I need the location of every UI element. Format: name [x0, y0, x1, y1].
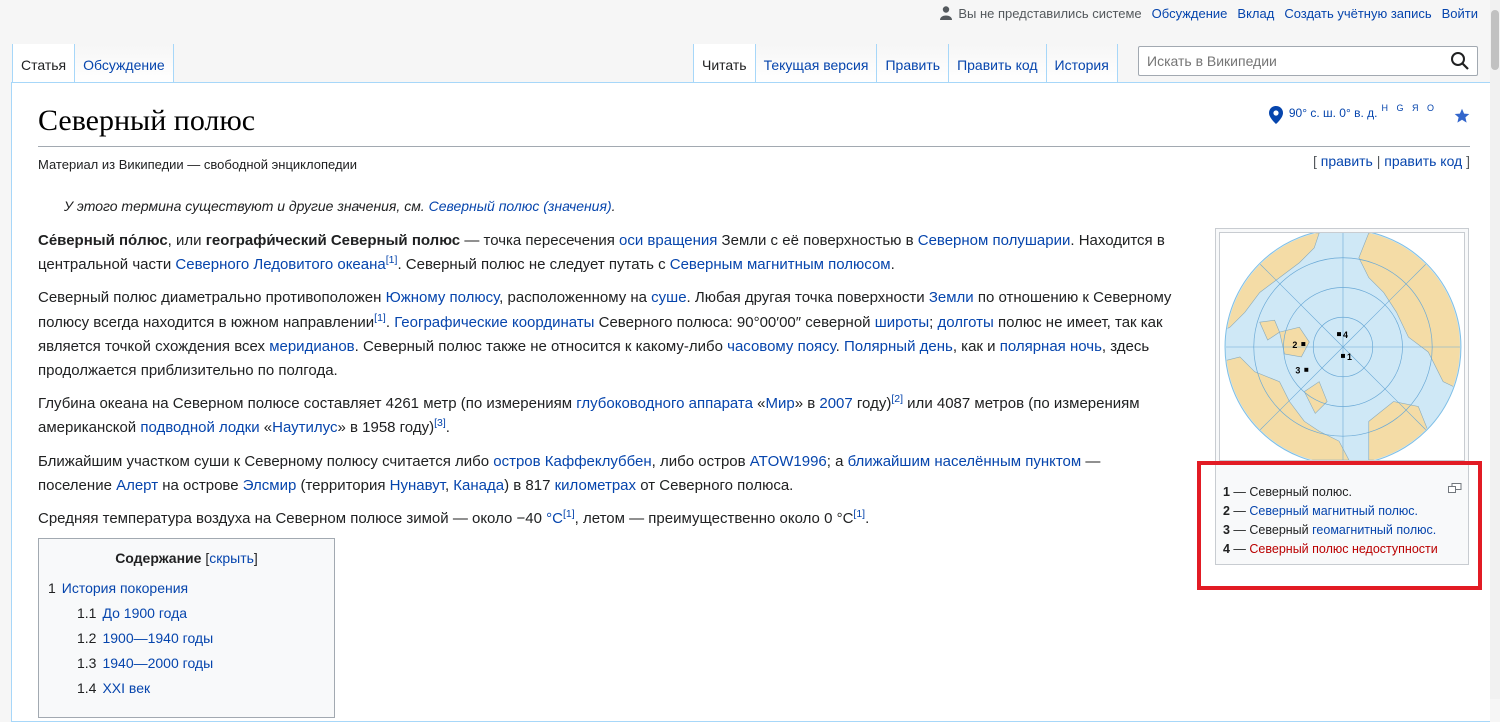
search-input[interactable] [1138, 46, 1478, 76]
user-icon [940, 6, 953, 20]
toc-item[interactable]: 1 История покорения [39, 576, 334, 601]
toc-item[interactable]: 1.3 1940—2000 годы [39, 651, 334, 676]
map-pin-icon[interactable] [1268, 106, 1283, 124]
contributions-link[interactable]: Вклад [1237, 6, 1274, 21]
tab-current-version[interactable]: Текущая версия [754, 44, 877, 82]
disambiguation-link[interactable]: Северный полюс (значения) [429, 198, 612, 214]
not-logged-in-text: Вы не представились системе [940, 6, 1142, 21]
search-icon[interactable] [1450, 51, 1470, 71]
namespace-tabs: Статья Обсуждение [12, 44, 174, 82]
coordinates-link[interactable]: 90° с. ш. 0° в. д. [1289, 106, 1378, 120]
inaccessibility-pole-link[interactable]: Северный полюс недоступности [1249, 542, 1437, 556]
edit-source-link[interactable]: править код [1384, 153, 1462, 169]
svg-text:2: 2 [1292, 340, 1297, 350]
table-of-contents: Содержание [скрыть] 1 История покорения 1… [38, 538, 335, 718]
geomagnetic-pole-link[interactable]: геомагнитный полюс. [1312, 523, 1436, 537]
toc-item[interactable]: 1.4 XXI век [39, 676, 334, 701]
paragraph: Средняя температура воздуха на Северном … [38, 508, 870, 528]
tab-article[interactable]: Статья [12, 44, 75, 82]
edit-links: [ править | править код ] [1312, 153, 1470, 169]
tab-edit[interactable]: Править [876, 44, 949, 82]
caption-item: 1 — Северный полюс. [1223, 485, 1352, 499]
login-link[interactable]: Войти [1442, 6, 1478, 21]
title-divider [38, 146, 1470, 147]
coordinates: 90° с. ш. 0° в. д. H G Я O [1268, 103, 1437, 124]
paragraph: Северный полюс диаметрально противополож… [38, 289, 1172, 380]
svg-text:4: 4 [1343, 330, 1348, 340]
toc-hide-link[interactable]: скрыть [209, 550, 254, 566]
map-caption: 1 — Северный полюс. 2 — Северный магнитн… [1223, 483, 1463, 559]
tab-read[interactable]: Читать [693, 44, 755, 82]
toc-item[interactable]: 1.2 1900—1940 годы [39, 626, 334, 651]
personal-tools: Вы не представились системе Обсуждение В… [940, 6, 1478, 21]
toc-item[interactable]: 1.1 До 1900 года [39, 601, 334, 626]
tab-talk[interactable]: Обсуждение [74, 44, 174, 82]
caption-item: 3 — Северный геомагнитный полюс. [1223, 523, 1437, 537]
paragraph: Ближайшим участком суши к Северному полю… [38, 452, 1101, 494]
create-account-link[interactable]: Создать учётную запись [1284, 6, 1431, 21]
scrollbar[interactable] [1490, 0, 1500, 699]
caption-item: 2 — Северный магнитный полюс. [1223, 504, 1419, 518]
article-body: Се́верный по́люс, или географи́ческий Се… [38, 229, 1178, 540]
paragraph: Се́верный по́люс, или географи́ческий Се… [38, 232, 1165, 274]
watch-star-icon[interactable] [1454, 108, 1470, 124]
magnetic-pole-link[interactable]: Северный магнитный полюс. [1249, 504, 1418, 518]
view-tabs: Читать Текущая версия Править Править ко… [693, 44, 1118, 82]
scrollbar-thumb[interactable] [1491, 10, 1499, 70]
site-subtitle: Материал из Википедии — свободной энцикл… [38, 157, 358, 172]
caption-item: 4 — Северный полюс недоступности [1223, 542, 1438, 556]
svg-text:3: 3 [1295, 366, 1300, 376]
edit-link[interactable]: править [1321, 153, 1373, 169]
toc-title: Содержание [скрыть] [115, 550, 258, 566]
tab-edit-source[interactable]: Править код [948, 44, 1046, 82]
hatnote: У этого термина существуют и другие знач… [64, 198, 616, 214]
coordinates-map-links[interactable]: H G Я O [1381, 103, 1437, 113]
tab-history[interactable]: История [1045, 44, 1118, 82]
page-title: Северный полюс [38, 104, 256, 137]
map-thumbnail: 1 2 3 4 1 — Северный полюс. 2 — Северный… [1215, 228, 1469, 565]
arctic-map-image[interactable]: 1 2 3 4 [1219, 232, 1465, 461]
talk-link[interactable]: Обсуждение [1152, 6, 1228, 21]
svg-text:1: 1 [1347, 352, 1352, 362]
paragraph: Глубина океана на Северном полюсе состав… [38, 393, 1140, 437]
